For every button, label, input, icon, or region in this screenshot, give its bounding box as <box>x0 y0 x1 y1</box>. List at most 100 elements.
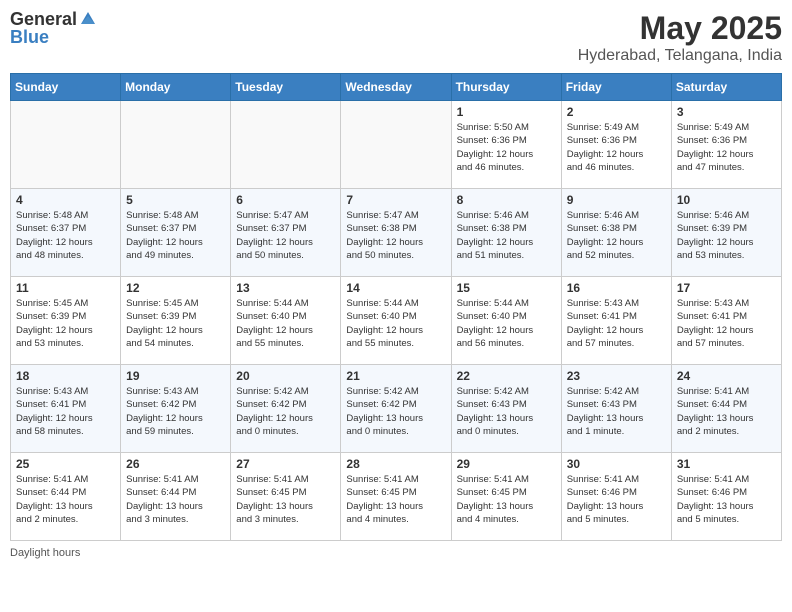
calendar-cell: 13 Sunrise: 5:44 AM Sunset: 6:40 PM Dayli… <box>231 277 341 365</box>
day-info: Sunrise: 5:41 AM Sunset: 6:44 PM Dayligh… <box>16 473 115 526</box>
calendar-cell: 17 Sunrise: 5:43 AM Sunset: 6:41 PM Dayli… <box>671 277 781 365</box>
calendar-cell <box>11 101 121 189</box>
day-info: Sunrise: 5:46 AM Sunset: 6:39 PM Dayligh… <box>677 209 776 262</box>
calendar-title: May 2025 <box>578 10 782 47</box>
day-info: Sunrise: 5:44 AM Sunset: 6:40 PM Dayligh… <box>236 297 335 350</box>
day-info: Sunrise: 5:46 AM Sunset: 6:38 PM Dayligh… <box>567 209 666 262</box>
day-info: Sunrise: 5:44 AM Sunset: 6:40 PM Dayligh… <box>457 297 556 350</box>
calendar-location: Hyderabad, Telangana, India <box>578 47 782 65</box>
calendar-cell: 3 Sunrise: 5:49 AM Sunset: 6:36 PM Daylig… <box>671 101 781 189</box>
calendar-cell: 20 Sunrise: 5:42 AM Sunset: 6:42 PM Dayli… <box>231 365 341 453</box>
calendar-cell: 5 Sunrise: 5:48 AM Sunset: 6:37 PM Daylig… <box>121 189 231 277</box>
calendar-cell: 18 Sunrise: 5:43 AM Sunset: 6:41 PM Dayli… <box>11 365 121 453</box>
day-number: 29 <box>457 457 556 471</box>
day-number: 11 <box>16 281 115 295</box>
calendar-cell: 23 Sunrise: 5:42 AM Sunset: 6:43 PM Dayli… <box>561 365 671 453</box>
calendar-cell: 22Sunrise: 5:42 AM Sunset: 6:43 PM Dayli… <box>451 365 561 453</box>
day-info: Sunrise: 5:41 AM Sunset: 6:45 PM Dayligh… <box>236 473 335 526</box>
day-info: Sunrise: 5:46 AM Sunset: 6:38 PM Dayligh… <box>457 209 556 262</box>
day-info: Sunrise: 5:47 AM Sunset: 6:37 PM Dayligh… <box>236 209 335 262</box>
calendar-cell: 24 Sunrise: 5:41 AM Sunset: 6:44 PM Dayli… <box>671 365 781 453</box>
day-number: 2 <box>567 105 666 119</box>
calendar-cell: 30Sunrise: 5:41 AM Sunset: 6:46 PM Dayli… <box>561 453 671 541</box>
day-info: Sunrise: 5:41 AM Sunset: 6:46 PM Dayligh… <box>677 473 776 526</box>
day-number: 5 <box>126 193 225 207</box>
footer: Daylight hours <box>10 547 782 559</box>
title-block: May 2025 Hyderabad, Telangana, India <box>578 10 782 65</box>
calendar-cell: 2 Sunrise: 5:49 AM Sunset: 6:36 PM Daylig… <box>561 101 671 189</box>
calendar-cell: 8 Sunrise: 5:46 AM Sunset: 6:38 PM Daylig… <box>451 189 561 277</box>
day-number: 20 <box>236 369 335 383</box>
weekday-header: Sunday <box>11 74 121 101</box>
day-number: 1 <box>457 105 556 119</box>
weekday-header: Monday <box>121 74 231 101</box>
day-number: 15 <box>457 281 556 295</box>
day-info: Sunrise: 5:43 AM Sunset: 6:41 PM Dayligh… <box>567 297 666 350</box>
calendar-cell: 11 Sunrise: 5:45 AM Sunset: 6:39 PM Dayli… <box>11 277 121 365</box>
calendar-cell: 27 Sunrise: 5:41 AM Sunset: 6:45 PM Dayli… <box>231 453 341 541</box>
weekday-header: Wednesday <box>341 74 451 101</box>
calendar-cell: 14 Sunrise: 5:44 AM Sunset: 6:40 PM Dayli… <box>341 277 451 365</box>
day-number: 31 <box>677 457 776 471</box>
day-number: 10 <box>677 193 776 207</box>
calendar-cell: 15 Sunrise: 5:44 AM Sunset: 6:40 PM Dayli… <box>451 277 561 365</box>
day-info: Sunrise: 5:49 AM Sunset: 6:36 PM Dayligh… <box>567 121 666 174</box>
calendar-cell: 1Sunrise: 5:50 AM Sunset: 6:36 PM Daylig… <box>451 101 561 189</box>
day-number: 19 <box>126 369 225 383</box>
logo: General Blue <box>10 10 97 46</box>
calendar-cell: 12 Sunrise: 5:45 AM Sunset: 6:39 PM Dayli… <box>121 277 231 365</box>
day-number: 21 <box>346 369 445 383</box>
day-info: Sunrise: 5:41 AM Sunset: 6:44 PM Dayligh… <box>677 385 776 438</box>
calendar-cell: 29 Sunrise: 5:41 AM Sunset: 6:45 PM Dayli… <box>451 453 561 541</box>
day-number: 23 <box>567 369 666 383</box>
day-info: Sunrise: 5:42 AM Sunset: 6:43 PM Dayligh… <box>457 385 556 438</box>
day-number: 9 <box>567 193 666 207</box>
day-number: 14 <box>346 281 445 295</box>
day-number: 3 <box>677 105 776 119</box>
day-number: 8 <box>457 193 556 207</box>
calendar-cell: 26Sunrise: 5:41 AM Sunset: 6:44 PM Dayli… <box>121 453 231 541</box>
day-info: Sunrise: 5:42 AM Sunset: 6:43 PM Dayligh… <box>567 385 666 438</box>
weekday-header: Friday <box>561 74 671 101</box>
day-number: 4 <box>16 193 115 207</box>
day-info: Sunrise: 5:44 AM Sunset: 6:40 PM Dayligh… <box>346 297 445 350</box>
day-info: Sunrise: 5:48 AM Sunset: 6:37 PM Dayligh… <box>16 209 115 262</box>
day-number: 30 <box>567 457 666 471</box>
day-info: Sunrise: 5:41 AM Sunset: 6:44 PM Dayligh… <box>126 473 225 526</box>
day-number: 13 <box>236 281 335 295</box>
day-info: Sunrise: 5:47 AM Sunset: 6:38 PM Dayligh… <box>346 209 445 262</box>
calendar-table: SundayMondayTuesdayWednesdayThursdayFrid… <box>10 73 782 541</box>
day-number: 12 <box>126 281 225 295</box>
day-info: Sunrise: 5:41 AM Sunset: 6:45 PM Dayligh… <box>346 473 445 526</box>
calendar-cell: 28Sunrise: 5:41 AM Sunset: 6:45 PM Dayli… <box>341 453 451 541</box>
weekday-header: Tuesday <box>231 74 341 101</box>
day-number: 6 <box>236 193 335 207</box>
day-info: Sunrise: 5:41 AM Sunset: 6:45 PM Dayligh… <box>457 473 556 526</box>
page-header: General Blue May 2025 Hyderabad, Telanga… <box>10 10 782 65</box>
day-info: Sunrise: 5:43 AM Sunset: 6:41 PM Dayligh… <box>677 297 776 350</box>
calendar-cell: 4 Sunrise: 5:48 AM Sunset: 6:37 PM Daylig… <box>11 189 121 277</box>
day-number: 7 <box>346 193 445 207</box>
calendar-cell <box>121 101 231 189</box>
day-info: Sunrise: 5:48 AM Sunset: 6:37 PM Dayligh… <box>126 209 225 262</box>
calendar-cell: 31 Sunrise: 5:41 AM Sunset: 6:46 PM Dayli… <box>671 453 781 541</box>
day-info: Sunrise: 5:42 AM Sunset: 6:42 PM Dayligh… <box>346 385 445 438</box>
calendar-cell: 21 Sunrise: 5:42 AM Sunset: 6:42 PM Dayli… <box>341 365 451 453</box>
day-info: Sunrise: 5:45 AM Sunset: 6:39 PM Dayligh… <box>16 297 115 350</box>
day-number: 27 <box>236 457 335 471</box>
calendar-cell: 25Sunrise: 5:41 AM Sunset: 6:44 PM Dayli… <box>11 453 121 541</box>
calendar-cell: 19 Sunrise: 5:43 AM Sunset: 6:42 PM Dayli… <box>121 365 231 453</box>
day-info: Sunrise: 5:42 AM Sunset: 6:42 PM Dayligh… <box>236 385 335 438</box>
day-number: 24 <box>677 369 776 383</box>
day-info: Sunrise: 5:49 AM Sunset: 6:36 PM Dayligh… <box>677 121 776 174</box>
day-info: Sunrise: 5:45 AM Sunset: 6:39 PM Dayligh… <box>126 297 225 350</box>
calendar-cell <box>231 101 341 189</box>
logo-icon <box>79 10 97 28</box>
day-info: Sunrise: 5:43 AM Sunset: 6:42 PM Dayligh… <box>126 385 225 438</box>
day-info: Sunrise: 5:43 AM Sunset: 6:41 PM Dayligh… <box>16 385 115 438</box>
day-number: 18 <box>16 369 115 383</box>
calendar-cell: 10 Sunrise: 5:46 AM Sunset: 6:39 PM Dayli… <box>671 189 781 277</box>
day-number: 17 <box>677 281 776 295</box>
calendar-cell: 6 Sunrise: 5:47 AM Sunset: 6:37 PM Daylig… <box>231 189 341 277</box>
logo-general: General <box>10 10 97 28</box>
